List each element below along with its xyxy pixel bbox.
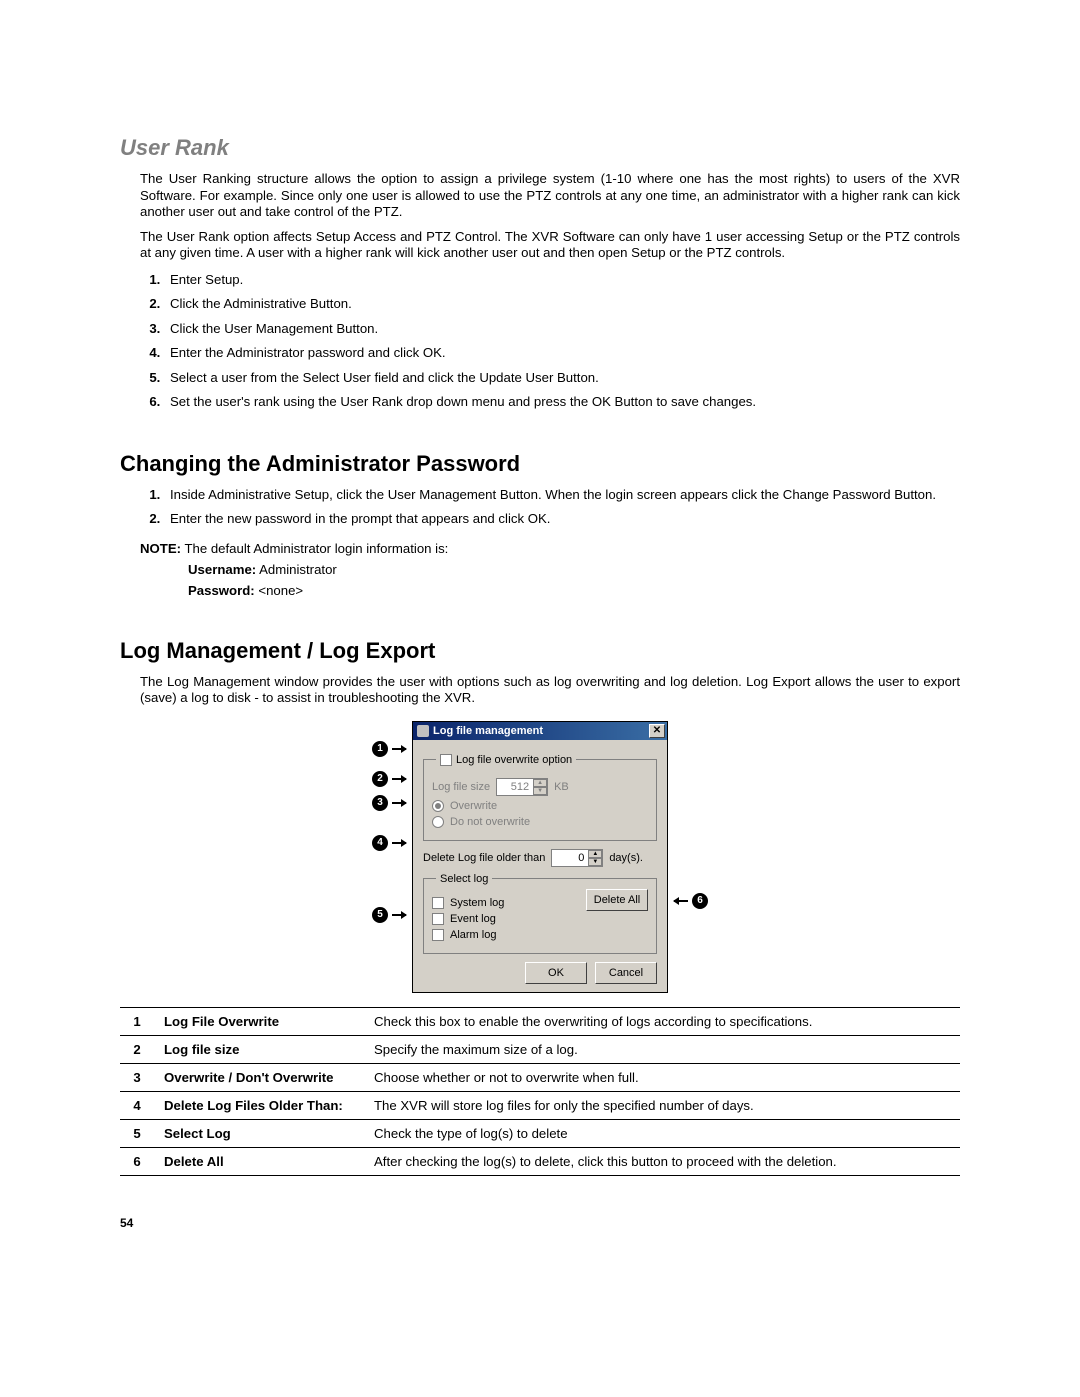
row-desc: Choose whether or not to overwrite when … (364, 1063, 960, 1091)
event-log-label: Event log (450, 913, 496, 925)
row-num: 6 (120, 1147, 154, 1175)
table-row: 1 Log File Overwrite Check this box to e… (120, 1007, 960, 1035)
row-desc: Specify the maximum size of a log. (364, 1035, 960, 1063)
row-num: 4 (120, 1091, 154, 1119)
row-num: 2 (120, 1035, 154, 1063)
callout-5: 5 (372, 905, 406, 925)
log-file-management-dialog: Log file management ✕ Log file overwrite… (412, 721, 668, 993)
table-row: 6 Delete All After checking the log(s) t… (120, 1147, 960, 1175)
delete-older-input[interactable] (552, 850, 588, 866)
row-name: Log file size (154, 1035, 364, 1063)
row-desc: After checking the log(s) to delete, cli… (364, 1147, 960, 1175)
callout-reference-table: 1 Log File Overwrite Check this box to e… (120, 1007, 960, 1176)
close-button[interactable]: ✕ (649, 724, 665, 738)
ok-button[interactable]: OK (525, 962, 587, 984)
table-row: 4 Delete Log Files Older Than: The XVR w… (120, 1091, 960, 1119)
heading-log-management: Log Management / Log Export (120, 638, 960, 664)
select-log-groupbox: Select log Delete All System log Event l… (423, 873, 657, 954)
row-num: 5 (120, 1119, 154, 1147)
delete-older-label: Delete Log file older than (423, 852, 545, 864)
delete-all-button[interactable]: Delete All (586, 889, 648, 911)
dialog-titlebar[interactable]: Log file management ✕ (413, 722, 667, 740)
alarm-log-label: Alarm log (450, 929, 496, 941)
row-num: 1 (120, 1007, 154, 1035)
default-password: Password: <none> (188, 583, 960, 598)
default-login-note: NOTE: The default Administrator login in… (140, 541, 960, 556)
list-item: Select a user from the Select User field… (164, 370, 960, 387)
list-item: Enter the new password in the prompt tha… (164, 511, 960, 528)
row-desc: The XVR will store log files for only th… (364, 1091, 960, 1119)
overwrite-legend-label: Log file overwrite option (456, 754, 572, 766)
overwrite-radio-label: Overwrite (450, 800, 497, 812)
table-row: 5 Select Log Check the type of log(s) to… (120, 1119, 960, 1147)
note-text: The default Administrator login informat… (181, 541, 448, 556)
kb-label: KB (554, 781, 569, 793)
list-item: Click the Administrative Button. (164, 296, 960, 313)
logfile-size-spinner[interactable]: ▲▼ (496, 778, 548, 796)
heading-change-admin-password: Changing the Administrator Password (120, 451, 960, 477)
page-number: 54 (120, 1216, 960, 1230)
overwrite-radio[interactable] (432, 800, 444, 812)
select-log-legend: Select log (440, 873, 488, 885)
heading-user-rank: User Rank (120, 135, 960, 161)
user-rank-para-2: The User Rank option affects Setup Acces… (140, 229, 960, 262)
dialog-icon (417, 725, 429, 737)
list-item: Set the user's rank using the User Rank … (164, 394, 960, 411)
callout-6: 6 (674, 891, 708, 911)
logfile-size-label: Log file size (432, 781, 490, 793)
dialog-title: Log file management (433, 725, 543, 737)
note-label: NOTE: (140, 541, 181, 556)
password-value: <none> (255, 583, 303, 598)
row-name: Select Log (154, 1119, 364, 1147)
alarm-log-checkbox[interactable] (432, 929, 444, 941)
delete-older-spinner[interactable]: ▲▼ (551, 849, 603, 867)
list-item: Enter the Administrator password and cli… (164, 345, 960, 362)
row-name: Log File Overwrite (154, 1007, 364, 1035)
list-item: Inside Administrative Setup, click the U… (164, 487, 960, 504)
logfile-size-input[interactable] (497, 779, 533, 795)
list-item: Enter Setup. (164, 272, 960, 289)
event-log-checkbox[interactable] (432, 913, 444, 925)
cancel-button[interactable]: Cancel (595, 962, 657, 984)
username-label: Username: (188, 562, 256, 577)
system-log-label: System log (450, 897, 504, 909)
row-desc: Check this box to enable the overwriting… (364, 1007, 960, 1035)
log-management-para: The Log Management window provides the u… (140, 674, 960, 707)
callout-4: 4 (372, 833, 406, 853)
overwrite-option-checkbox[interactable] (440, 754, 452, 766)
donot-overwrite-radio[interactable] (432, 816, 444, 828)
user-rank-steps: Enter Setup. Click the Administrative Bu… (140, 272, 960, 411)
user-rank-para-1: The User Ranking structure allows the op… (140, 171, 960, 221)
row-desc: Check the type of log(s) to delete (364, 1119, 960, 1147)
row-name: Delete Log Files Older Than: (154, 1091, 364, 1119)
table-row: 2 Log file size Specify the maximum size… (120, 1035, 960, 1063)
system-log-checkbox[interactable] (432, 897, 444, 909)
callout-2: 2 (372, 769, 406, 789)
row-num: 3 (120, 1063, 154, 1091)
row-name: Delete All (154, 1147, 364, 1175)
callout-3: 3 (372, 793, 406, 813)
days-label: day(s). (609, 852, 643, 864)
callout-1: 1 (372, 739, 406, 759)
list-item: Click the User Management Button. (164, 321, 960, 338)
change-password-steps: Inside Administrative Setup, click the U… (140, 487, 960, 528)
donot-overwrite-radio-label: Do not overwrite (450, 816, 530, 828)
username-value: Administrator (256, 562, 337, 577)
password-label: Password: (188, 583, 255, 598)
overwrite-groupbox: Log file overwrite option Log file size … (423, 754, 657, 841)
table-row: 3 Overwrite / Don't Overwrite Choose whe… (120, 1063, 960, 1091)
default-username: Username: Administrator (188, 562, 960, 577)
row-name: Overwrite / Don't Overwrite (154, 1063, 364, 1091)
